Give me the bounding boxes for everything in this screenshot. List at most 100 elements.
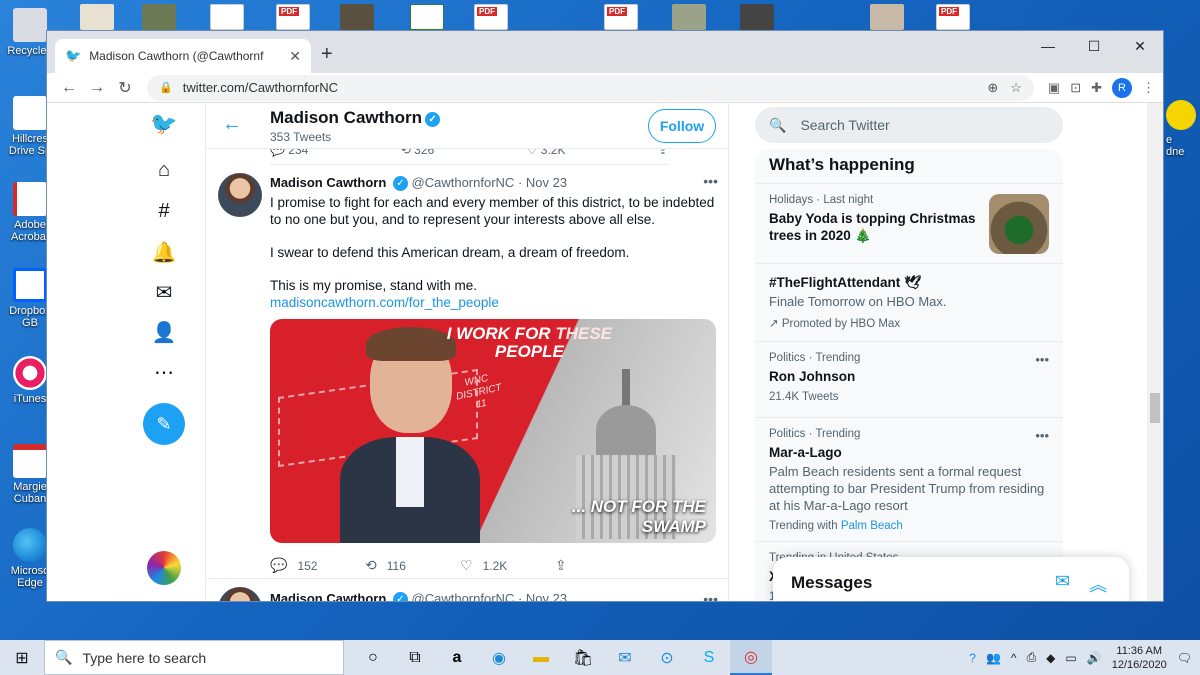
twitter-logo-icon[interactable]: 🐦: [150, 111, 177, 137]
profile-name: Madison Cawthorn ✓: [270, 108, 441, 128]
more-options-icon[interactable]: ⋯: [151, 359, 177, 385]
back-arrow-icon[interactable]: ←: [222, 113, 242, 136]
like-button[interactable]: ♡ 1.2K: [460, 557, 555, 574]
omnibox[interactable]: 🔒 twitter.com/CawthornforNC ⊕ ☆: [147, 74, 1034, 101]
reload-button[interactable]: ↻: [111, 78, 139, 98]
desktop-right-icon[interactable]: e dne: [1166, 100, 1200, 158]
follow-button[interactable]: Follow: [648, 109, 716, 143]
amazon-icon[interactable]: a: [436, 640, 478, 675]
extension-icon[interactable]: ▣: [1048, 80, 1060, 96]
share-icon: ⇪: [555, 557, 567, 573]
trend-item[interactable]: Politics · Trending Ron Johnson 21.4K Tw…: [755, 341, 1063, 417]
tweet-date[interactable]: · Nov 23: [518, 175, 567, 190]
add-icon[interactable]: ⊕: [987, 80, 998, 96]
profile-person-icon[interactable]: 👤: [151, 319, 177, 345]
extensions: ▣ ⊡ ✚ R ⋮: [1048, 77, 1155, 98]
tweet-author-name[interactable]: Madison Cawthorn: [270, 175, 386, 190]
tweet[interactable]: Madison Cawthorn ✓ @CawthornforNC · Nov …: [206, 579, 728, 601]
tab-close-icon[interactable]: ✕: [289, 48, 301, 65]
mail-icon[interactable]: ✉: [604, 640, 646, 675]
image-tagline: ... NOT FOR THE SWAMP: [571, 497, 706, 536]
minimize-button[interactable]: —: [1025, 31, 1071, 61]
tweet-link[interactable]: madisoncawthorn.com/for_the_people: [270, 294, 720, 311]
retweet-icon: ⟲: [365, 557, 377, 573]
cortana-icon[interactable]: ○: [352, 640, 394, 675]
tweet-more-icon[interactable]: •••: [703, 591, 718, 601]
device-icon[interactable]: ⎙: [1027, 650, 1037, 665]
image-file-icon[interactable]: [672, 4, 706, 30]
chrome-window: 🐦 Madison Cawthorn (@Cawthornf ✕ + — ☐ ✕…: [46, 30, 1164, 602]
explore-hashtag-icon[interactable]: #: [151, 198, 177, 224]
close-window-button[interactable]: ✕: [1117, 31, 1163, 61]
compose-tweet-button[interactable]: ✎: [143, 403, 185, 445]
page-scrollbar[interactable]: [1147, 103, 1163, 601]
tweet-avatar[interactable]: [218, 587, 262, 601]
trend-item[interactable]: Politics · Trending Mar-a-Lago Palm Beac…: [755, 417, 1063, 541]
trend-more-icon[interactable]: •••: [1035, 428, 1049, 443]
trend-item-promoted[interactable]: #TheFlightAttendant 🕊 Finale Tomorrow on…: [755, 263, 1063, 341]
hp-icon[interactable]: ⊙: [646, 640, 688, 675]
store-icon[interactable]: 🛍: [562, 640, 604, 675]
volume-icon[interactable]: 🔊: [1087, 651, 1102, 665]
desktop-top-icons: [80, 4, 1000, 30]
account-avatar[interactable]: [147, 551, 181, 585]
lock-icon[interactable]: 🔒: [159, 81, 173, 94]
pdf-file-icon[interactable]: [276, 4, 310, 30]
bookmark-star-icon[interactable]: ☆: [1010, 80, 1022, 96]
chrome-icon[interactable]: ◎: [730, 640, 772, 675]
skype-icon[interactable]: S: [688, 640, 730, 675]
clock[interactable]: 11:36 AM 12/16/2020: [1112, 644, 1167, 672]
dropbox-tray-icon[interactable]: ◆: [1046, 651, 1055, 665]
trend-more-icon[interactable]: •••: [1035, 352, 1049, 367]
tweet-image[interactable]: I WORK FOR THESE PEOPLE WNC DISTRICT 11 …: [270, 319, 716, 543]
chrome-menu-icon[interactable]: ⋮: [1142, 80, 1155, 96]
url-text[interactable]: twitter.com/CawthornforNC: [183, 80, 976, 95]
search-input[interactable]: 🔍 Search Twitter: [755, 107, 1063, 143]
edge-icon[interactable]: ◉: [478, 640, 520, 675]
messages-drawer[interactable]: Messages ✉ ︽: [773, 557, 1129, 601]
video-file-icon[interactable]: [340, 4, 374, 30]
pdf-file-icon[interactable]: [474, 4, 508, 30]
tweet-handle[interactable]: @CawthornforNC: [412, 175, 515, 190]
notifications-icon[interactable]: 🗨: [1177, 651, 1192, 665]
pdf-file-icon[interactable]: [604, 4, 638, 30]
pdf-file-icon[interactable]: [936, 4, 970, 30]
start-windows-icon[interactable]: ⊞: [0, 640, 44, 675]
extension-icon[interactable]: ⊡: [1070, 80, 1081, 96]
tweet-more-icon[interactable]: •••: [703, 173, 718, 189]
task-view-icon[interactable]: ⧉: [394, 640, 436, 675]
tweet-avatar[interactable]: [218, 173, 262, 217]
home-icon[interactable]: ⌂: [151, 157, 177, 183]
back-button[interactable]: ←: [55, 79, 83, 97]
desktop-file-icon[interactable]: [142, 4, 176, 30]
tab-twitter[interactable]: 🐦 Madison Cawthorn (@Cawthornf ✕: [55, 39, 311, 73]
people-icon[interactable]: 👥: [986, 651, 1001, 665]
notifications-bell-icon[interactable]: 🔔: [151, 239, 177, 265]
share-button[interactable]: ⇪: [555, 557, 650, 574]
extensions-puzzle-icon[interactable]: ✚: [1091, 80, 1102, 96]
image-file-icon[interactable]: [740, 4, 774, 30]
word-file-icon[interactable]: [210, 4, 244, 30]
image-file-icon[interactable]: [870, 4, 904, 30]
file-explorer-icon[interactable]: ▬: [520, 640, 562, 675]
tweet[interactable]: Madison Cawthorn ✓ @CawthornforNC · Nov …: [206, 165, 728, 579]
maximize-button[interactable]: ☐: [1071, 31, 1117, 61]
reply-icon: 💬: [270, 557, 288, 573]
excel-file-icon[interactable]: [410, 4, 444, 30]
expand-chevron-icon[interactable]: ︽: [1089, 571, 1107, 597]
trend-item[interactable]: Holidays · Last night Baby Yoda is toppi…: [755, 183, 1063, 263]
messages-envelope-icon[interactable]: ✉: [151, 279, 177, 305]
heart-icon: ♡: [460, 557, 473, 573]
forward-button[interactable]: →: [83, 79, 111, 97]
network-icon[interactable]: ▭: [1065, 651, 1076, 665]
retweet-button[interactable]: ⟲ 116: [365, 557, 460, 574]
taskbar-search-input[interactable]: 🔍 Type here to search: [44, 640, 344, 675]
new-message-icon[interactable]: ✉: [1055, 571, 1070, 592]
new-tab-button[interactable]: +: [321, 43, 333, 66]
trend-thumbnail: [989, 194, 1049, 254]
show-hidden-icons-icon[interactable]: ^: [1011, 651, 1017, 665]
profile-avatar[interactable]: R: [1112, 77, 1132, 98]
desktop-file-icon[interactable]: [80, 4, 114, 30]
reply-button[interactable]: 💬 152: [270, 557, 365, 574]
help-icon[interactable]: ?: [969, 651, 976, 665]
